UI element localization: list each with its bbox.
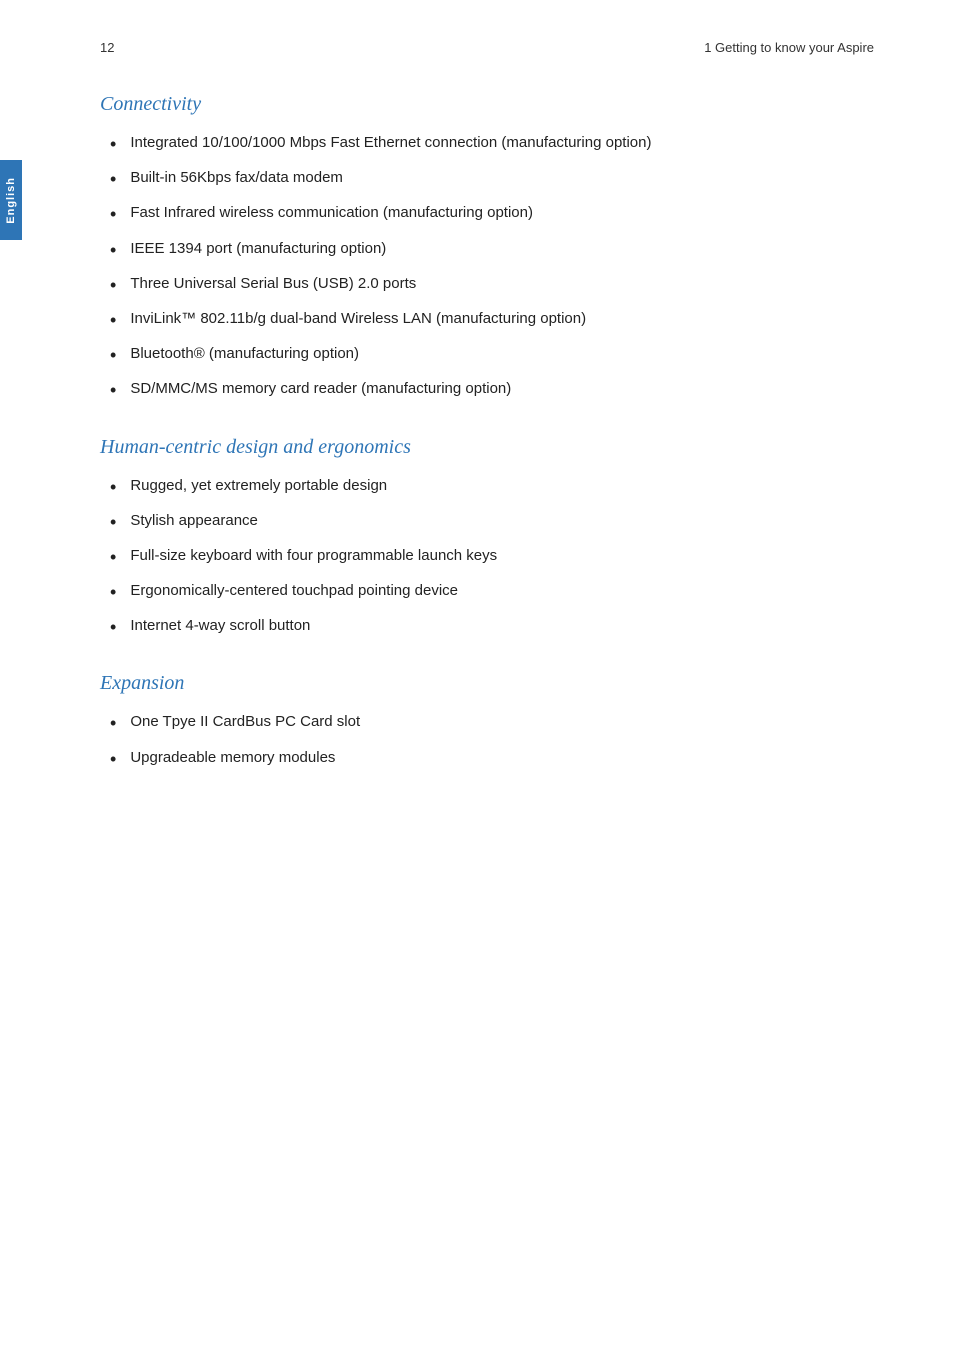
section-expansion: Expansion One Tpye II CardBus PC Card slo…: [100, 672, 874, 771]
list-item: One Tpye II CardBus PC Card slot: [100, 711, 874, 736]
section-heading-human-centric: Human-centric design and ergonomics: [100, 436, 874, 459]
list-item: Full-size keyboard with four programmabl…: [100, 545, 874, 570]
list-item: Fast Infrared wireless communication (ma…: [100, 202, 874, 227]
section-human-centric: Human-centric design and ergonomics Rugge…: [100, 436, 874, 641]
list-item-text: Stylish appearance: [130, 510, 258, 533]
bullet-list-human-centric: Rugged, yet extremely portable design Sty…: [100, 475, 874, 641]
list-item: InviLink™ 802.11b/g dual-band Wireless L…: [100, 308, 874, 333]
list-item-text: Full-size keyboard with four programmabl…: [130, 545, 497, 568]
list-item: Upgradeable memory modules: [100, 747, 874, 772]
list-item-text: InviLink™ 802.11b/g dual-band Wireless L…: [130, 308, 586, 331]
list-item-text: Fast Infrared wireless communication (ma…: [130, 202, 533, 225]
bullet-list-expansion: One Tpye II CardBus PC Card slot Upgradea…: [100, 711, 874, 771]
list-item-text: Rugged, yet extremely portable design: [130, 475, 387, 498]
list-item: IEEE 1394 port (manufacturing option): [100, 238, 874, 263]
list-item: Rugged, yet extremely portable design: [100, 475, 874, 500]
list-item-text: One Tpye II CardBus PC Card slot: [130, 711, 360, 734]
list-item-text: Upgradeable memory modules: [130, 747, 335, 770]
header-title: 1 Getting to know your Aspire: [704, 40, 874, 55]
section-heading-connectivity: Connectivity: [100, 93, 874, 116]
list-item-text: Three Universal Serial Bus (USB) 2.0 por…: [130, 273, 416, 296]
list-item: Built-in 56Kbps fax/data modem: [100, 167, 874, 192]
page-number: 12: [100, 40, 114, 55]
list-item-text: Built-in 56Kbps fax/data modem: [130, 167, 343, 190]
list-item-text: IEEE 1394 port (manufacturing option): [130, 238, 386, 261]
page-header: 12 1 Getting to know your Aspire: [100, 40, 874, 63]
section-connectivity: Connectivity Integrated 10/100/1000 Mbps …: [100, 93, 874, 404]
list-item: Three Universal Serial Bus (USB) 2.0 por…: [100, 273, 874, 298]
list-item-text: Ergonomically-centered touchpad pointing…: [130, 580, 458, 603]
list-item: Ergonomically-centered touchpad pointing…: [100, 580, 874, 605]
sidebar-tab: English: [0, 160, 22, 240]
list-item-text: Integrated 10/100/1000 Mbps Fast Etherne…: [130, 132, 651, 155]
list-item: Bluetooth® (manufacturing option): [100, 343, 874, 368]
list-item: SD/MMC/MS memory card reader (manufactur…: [100, 378, 874, 403]
list-item-text: Internet 4-way scroll button: [130, 615, 310, 638]
list-item-text: Bluetooth® (manufacturing option): [130, 343, 359, 366]
list-item: Stylish appearance: [100, 510, 874, 535]
page-container: English 12 1 Getting to know your Aspire…: [0, 0, 954, 1369]
list-item: Integrated 10/100/1000 Mbps Fast Etherne…: [100, 132, 874, 157]
sidebar-label: English: [5, 177, 17, 224]
list-item-text: SD/MMC/MS memory card reader (manufactur…: [130, 378, 511, 401]
section-heading-expansion: Expansion: [100, 672, 874, 695]
bullet-list-connectivity: Integrated 10/100/1000 Mbps Fast Etherne…: [100, 132, 874, 404]
sections-container: Connectivity Integrated 10/100/1000 Mbps …: [100, 93, 874, 772]
list-item: Internet 4-way scroll button: [100, 615, 874, 640]
